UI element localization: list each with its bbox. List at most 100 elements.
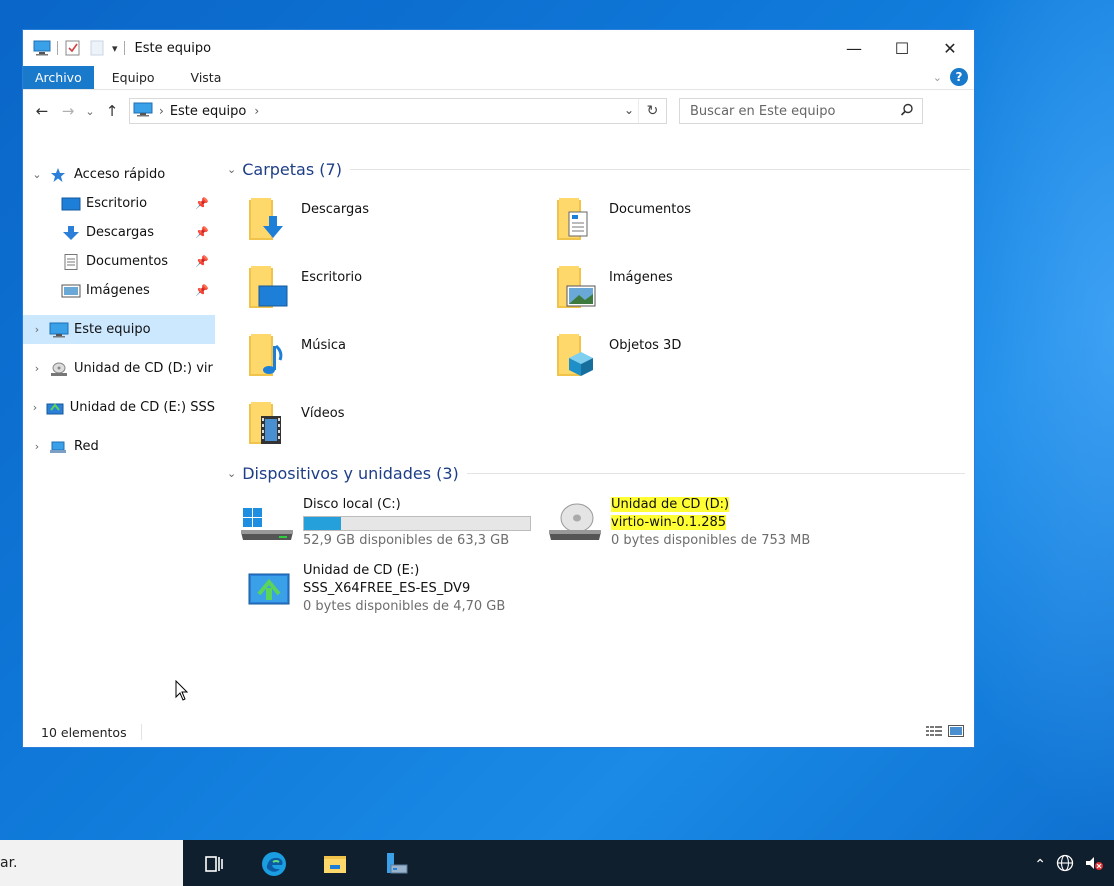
quick-access-toolbar: ▾ Este equipo	[23, 30, 211, 66]
drive-d[interactable]: Unidad de CD (D:) virtio-win-0.1.285 0 b…	[547, 496, 810, 550]
group-chevron-icon[interactable]: ⌄	[227, 163, 236, 176]
network-globe-icon[interactable]	[1056, 854, 1074, 876]
drive-name: Unidad de CD (D:)	[611, 496, 810, 514]
expand-ribbon-icon[interactable]: ⌄	[933, 71, 942, 84]
forward-button[interactable]: →	[57, 102, 79, 120]
nav-item-red[interactable]: › Red	[23, 432, 215, 461]
collapsed-chevron-icon[interactable]: ›	[25, 401, 45, 414]
pin-icon[interactable]: 📌	[195, 226, 209, 239]
group-chevron-icon[interactable]: ⌄	[227, 467, 236, 480]
highlighted-volume-label: virtio-win-0.1.285	[611, 515, 727, 530]
drive-free-space: 0 bytes disponibles de 753 MB	[611, 533, 811, 548]
address-row: ← → ⌄ ↑ › Este equipo › ⌄ ↻ Buscar en Es…	[23, 90, 974, 132]
pictures-icon	[61, 283, 81, 299]
pin-icon[interactable]: 📌	[195, 255, 209, 268]
edge-browser-icon[interactable]	[261, 851, 287, 877]
show-hidden-icons-icon[interactable]: ⌃	[1034, 857, 1046, 873]
maximize-button[interactable]: ☐	[878, 30, 926, 66]
downloads-folder-icon	[247, 196, 289, 244]
tab-equipo[interactable]: Equipo	[94, 66, 173, 89]
folder-imagenes[interactable]: Imágenes	[555, 264, 673, 312]
collapsed-chevron-icon[interactable]: ›	[25, 323, 49, 336]
nav-item-cd-d[interactable]: › Unidad de CD (D:) vir	[23, 354, 215, 383]
file-explorer-taskbar-icon[interactable]	[322, 851, 348, 877]
taskbar: ar. ⌃	[0, 840, 1114, 886]
devices-group-header[interactable]: ⌄ Dispositivos y unidades (3)	[227, 464, 965, 483]
new-folder-icon[interactable]	[88, 40, 106, 56]
tab-archivo[interactable]: Archivo	[23, 66, 94, 89]
folder-documentos[interactable]: Documentos	[555, 196, 691, 244]
recent-locations-button[interactable]: ⌄	[79, 105, 101, 118]
nav-item-descargas[interactable]: Descargas 📌	[23, 218, 215, 247]
server-manager-icon[interactable]	[383, 851, 409, 877]
folder-label: Imágenes	[609, 270, 673, 285]
window-controls: — ☐ ✕	[830, 30, 974, 66]
back-button[interactable]: ←	[31, 102, 53, 120]
folder-label: Vídeos	[301, 406, 345, 421]
pin-icon[interactable]: 📌	[195, 197, 209, 210]
task-view-icon[interactable]	[201, 851, 227, 877]
search-icon[interactable]	[900, 103, 914, 121]
navigation-pane: ⌄ Acceso rápido Escritorio 📌 Descargas 📌	[23, 140, 215, 717]
folder-videos[interactable]: Vídeos	[247, 400, 344, 448]
close-button[interactable]: ✕	[926, 30, 974, 66]
qat-dropdown-icon[interactable]: ▾	[112, 42, 118, 55]
this-pc-icon[interactable]	[33, 40, 51, 56]
collapsed-chevron-icon[interactable]: ›	[25, 440, 49, 453]
refresh-button[interactable]: ↻	[638, 99, 666, 123]
pin-icon[interactable]: 📌	[195, 284, 209, 297]
breadcrumb-separator[interactable]: ›	[254, 104, 259, 118]
folder-objetos-3d[interactable]: Objetos 3D	[555, 332, 681, 380]
nav-label: Red	[74, 439, 99, 454]
documents-folder-icon	[555, 196, 597, 244]
item-count: 10 elementos	[41, 724, 127, 740]
folder-escritorio[interactable]: Escritorio	[247, 264, 362, 312]
cd-drive-icon	[49, 361, 69, 377]
folder-descargas[interactable]: Descargas	[247, 196, 369, 244]
system-tray: ⌃	[1034, 854, 1104, 876]
desktop-folder-icon	[247, 264, 289, 312]
taskbar-search-box[interactable]: ar.	[0, 840, 183, 886]
status-separator	[140, 724, 142, 740]
nav-item-cd-e[interactable]: › Unidad de CD (E:) SSS	[23, 393, 215, 422]
nav-item-imagenes[interactable]: Imágenes 📌	[23, 276, 215, 305]
folder-label: Escritorio	[301, 270, 363, 285]
nav-item-documentos[interactable]: Documentos 📌	[23, 247, 215, 276]
properties-icon[interactable]	[64, 40, 82, 56]
group-divider	[349, 169, 970, 170]
folder-musica[interactable]: Música	[247, 332, 346, 380]
pictures-folder-icon	[555, 264, 597, 312]
address-bar[interactable]: › Este equipo › ⌄ ↻	[129, 98, 667, 124]
tab-vista[interactable]: Vista	[173, 66, 240, 89]
nav-item-escritorio[interactable]: Escritorio 📌	[23, 189, 215, 218]
expanded-chevron-icon[interactable]: ⌄	[25, 168, 49, 181]
up-button[interactable]: ↑	[101, 102, 123, 120]
minimize-button[interactable]: —	[830, 30, 878, 66]
help-icon[interactable]: ?	[950, 68, 968, 86]
folder-label: Descargas	[301, 202, 370, 217]
drive-c[interactable]: Disco local (C:) 52,9 GB disponibles de …	[239, 496, 531, 550]
search-input[interactable]: Buscar en Este equipo	[679, 98, 923, 124]
search-placeholder: Buscar en Este equipo	[690, 103, 836, 119]
network-icon	[49, 439, 69, 455]
ribbon-tabs: Archivo Equipo Vista ⌄ ?	[23, 66, 974, 90]
explorer-body: ⌄ Acceso rápido Escritorio 📌 Descargas 📌	[23, 140, 974, 717]
breadcrumb-separator[interactable]: ›	[159, 104, 164, 118]
nav-item-este-equipo[interactable]: › Este equipo	[23, 315, 215, 344]
nav-item-quick-access[interactable]: ⌄ Acceso rápido	[23, 160, 215, 189]
folders-group-header[interactable]: ⌄ Carpetas (7)	[227, 160, 970, 179]
qat-separator	[57, 41, 58, 55]
volume-muted-icon[interactable]	[1084, 854, 1104, 876]
details-view-icon[interactable]	[926, 725, 942, 740]
taskbar-search-text: ar.	[0, 855, 18, 871]
content-pane: ⌄ Carpetas (7) Descargas Documentos Escr…	[215, 140, 974, 717]
drive-e[interactable]: Unidad de CD (E:) SSS_X64FREE_ES-ES_DV9 …	[247, 562, 505, 616]
address-dropdown-icon[interactable]: ⌄	[624, 103, 634, 117]
breadcrumb-este-equipo[interactable]: Este equipo	[170, 104, 247, 119]
collapsed-chevron-icon[interactable]: ›	[25, 362, 49, 375]
large-icons-view-icon[interactable]	[948, 725, 964, 740]
folder-label: Documentos	[609, 202, 692, 217]
title-bar: ▾ Este equipo — ☐ ✕	[23, 30, 974, 66]
download-icon	[61, 225, 81, 241]
nav-label: Documentos	[86, 254, 169, 269]
